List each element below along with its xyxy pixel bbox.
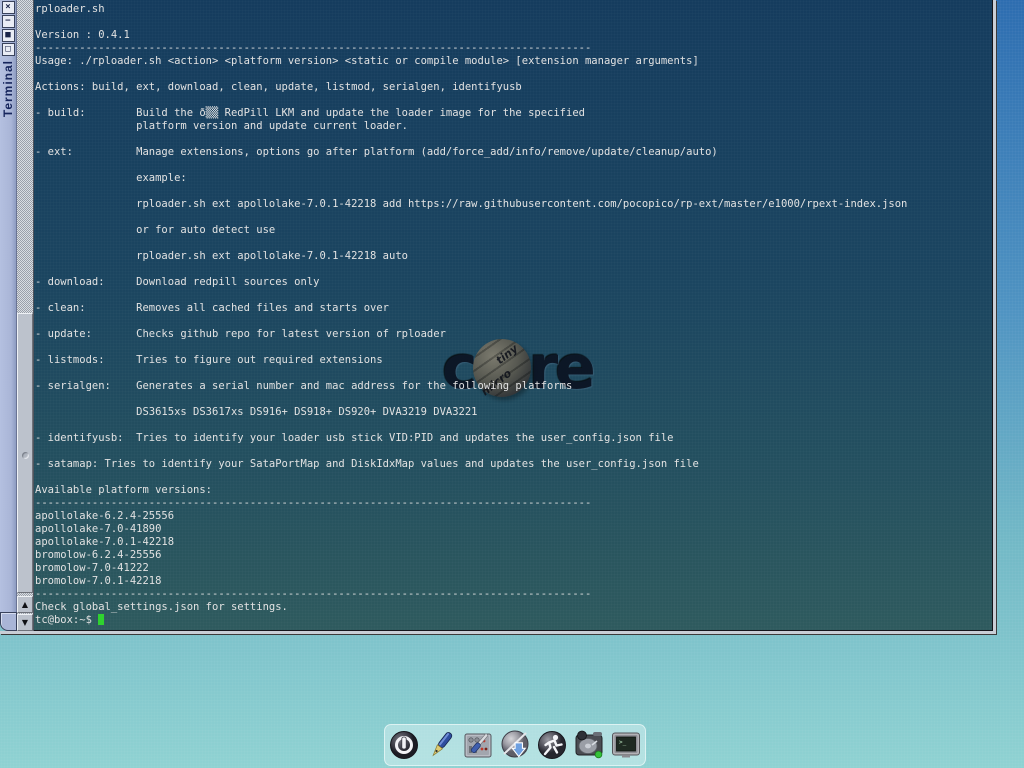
terminal-cursor — [98, 614, 104, 625]
scrollbar-thumb[interactable] — [17, 313, 33, 593]
terminal-output: rploader.sh Version : 0.4.1 ------------… — [35, 3, 907, 627]
terminal-icon[interactable]: >_ — [609, 727, 643, 763]
mount-drive-icon[interactable] — [572, 727, 606, 763]
iconify-icon[interactable]: □ — [2, 43, 15, 56]
shade-icon[interactable]: − — [2, 15, 15, 28]
close-icon[interactable]: × — [2, 1, 15, 14]
scroll-up-icon[interactable]: ▲ — [17, 596, 33, 613]
shell-prompt: tc@box:~$ — [35, 614, 98, 626]
editor-pen-icon[interactable] — [424, 727, 458, 763]
terminal-screen[interactable]: c tiny micro re rploader.sh Version : 0.… — [34, 0, 993, 631]
terminal-scrollbar[interactable]: ▲ ▼ — [17, 0, 34, 631]
terminal-output-text: rploader.sh Version : 0.4.1 ------------… — [35, 3, 907, 613]
terminal-window: × − ■ □ Terminal ▲ ▼ c tiny micro re rpl… — [0, 0, 996, 634]
svg-text:>_: >_ — [619, 739, 627, 746]
apps-download-icon[interactable] — [498, 727, 532, 763]
power-icon[interactable] — [387, 727, 421, 763]
window-resize-handle[interactable] — [0, 612, 17, 631]
run-icon[interactable] — [535, 727, 569, 763]
maximize-icon[interactable]: ■ — [2, 29, 15, 42]
dock: >_ — [384, 724, 646, 766]
window-titlebar[interactable]: × − ■ □ Terminal — [0, 0, 17, 612]
scrollbar-thumb-grip — [22, 452, 29, 459]
window-title: Terminal — [1, 60, 15, 117]
scroll-down-icon[interactable]: ▼ — [17, 614, 33, 631]
control-panel-icon[interactable] — [461, 727, 495, 763]
